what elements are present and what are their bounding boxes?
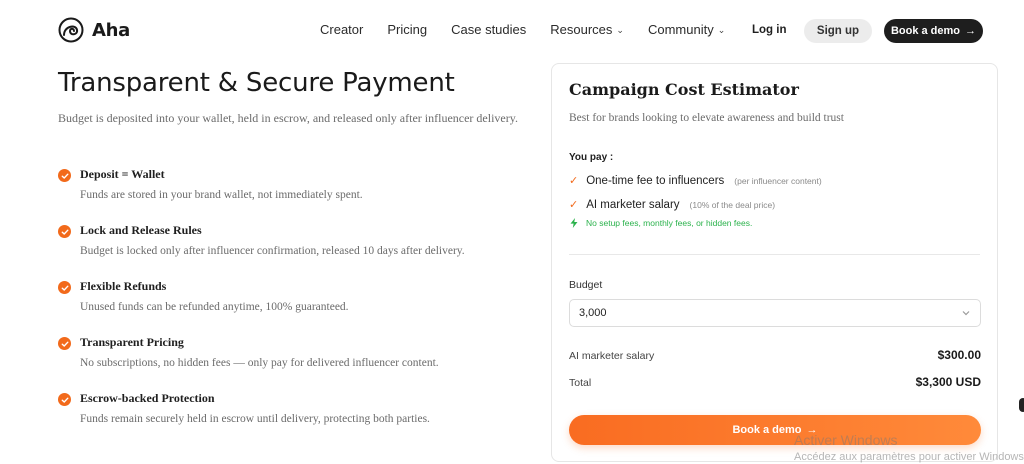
windows-watermark-text: Accédez aux paramètres pour activer Wind… bbox=[794, 451, 1024, 463]
signup-button[interactable]: Sign up bbox=[804, 19, 872, 43]
feature-item: Flexible Refunds Unused funds can be ref… bbox=[58, 279, 538, 335]
feature-desc: Budget is locked only after influencer c… bbox=[80, 245, 465, 257]
feature-title: Transparent Pricing bbox=[80, 335, 184, 349]
salary-row: AI marketer salary $300.00 bbox=[569, 348, 981, 362]
salary-label: AI marketer salary bbox=[569, 350, 655, 362]
nav-item-resources[interactable]: Resources ⌄ bbox=[550, 22, 624, 37]
main-menu: Creator Pricing Case studies Resources ⌄ … bbox=[320, 22, 749, 37]
page-subtitle: Budget is deposited into your wallet, he… bbox=[58, 111, 518, 125]
brand-name: Aha bbox=[92, 19, 130, 41]
login-link[interactable]: Log in bbox=[752, 24, 787, 36]
estimator-title: Campaign Cost Estimator bbox=[569, 80, 799, 99]
chevron-down-icon: ⌄ bbox=[717, 24, 726, 35]
feature-desc: Unused funds can be refunded anytime, 10… bbox=[80, 301, 349, 313]
pay-item: ✓ AI marketer salary (10% of the deal pr… bbox=[569, 198, 775, 211]
pay-item-label: AI marketer salary bbox=[586, 199, 680, 211]
chevron-down-icon bbox=[962, 311, 970, 316]
feature-desc: Funds are stored in your brand wallet, n… bbox=[80, 189, 363, 201]
check-circle-icon bbox=[58, 281, 71, 294]
you-pay-label: You pay : bbox=[569, 152, 614, 163]
brand-logo[interactable]: Aha bbox=[58, 17, 130, 43]
feature-title: Lock and Release Rules bbox=[80, 223, 202, 237]
pay-item-note: (per influencer content) bbox=[734, 176, 822, 186]
scroll-handle[interactable] bbox=[1019, 398, 1024, 412]
pay-item: ✓ One-time fee to influencers (per influ… bbox=[569, 174, 822, 187]
feature-item: Escrow-backed Protection Funds remain se… bbox=[58, 391, 538, 447]
cost-estimator-card: Campaign Cost Estimator Best for brands … bbox=[551, 63, 998, 462]
no-fees-note: No setup fees, monthly fees, or hidden f… bbox=[570, 218, 752, 228]
nav-label: Case studies bbox=[451, 22, 527, 37]
nav-item-case-studies[interactable]: Case studies bbox=[451, 22, 526, 37]
chevron-down-icon: ⌄ bbox=[616, 24, 624, 35]
total-value: $3,300 USD bbox=[915, 375, 981, 389]
budget-value: 3,000 bbox=[579, 307, 607, 319]
check-circle-icon bbox=[58, 337, 71, 350]
top-nav: Aha Creator Pricing Case studies Resourc… bbox=[0, 0, 1024, 62]
check-icon: ✓ bbox=[569, 199, 579, 211]
pay-item-note: (10% of the deal price) bbox=[689, 200, 776, 210]
feature-title: Escrow-backed Protection bbox=[80, 391, 215, 405]
check-icon: ✓ bbox=[569, 175, 579, 187]
total-label: Total bbox=[569, 377, 592, 389]
nav-label: Creator bbox=[320, 22, 364, 37]
book-demo-cta-button[interactable]: Book a demo → bbox=[569, 415, 981, 445]
arrow-right-icon: → bbox=[965, 25, 977, 37]
nav-item-pricing[interactable]: Pricing bbox=[387, 22, 427, 37]
no-fees-text: No setup fees, monthly fees, or hidden f… bbox=[586, 218, 753, 228]
estimator-subtitle: Best for brands looking to elevate aware… bbox=[569, 112, 844, 124]
aha-logo-icon bbox=[58, 17, 84, 43]
feature-title: Flexible Refunds bbox=[80, 279, 167, 293]
nav-item-creator[interactable]: Creator bbox=[320, 22, 363, 37]
book-demo-label: Book a demo bbox=[890, 25, 961, 37]
nav-label: Resources bbox=[550, 22, 613, 37]
nav-label: Pricing bbox=[387, 22, 428, 37]
total-row: Total $3,300 USD bbox=[569, 375, 981, 389]
feature-list: Deposit = Wallet Funds are stored in you… bbox=[58, 167, 538, 447]
hero-section: Transparent & Secure Payment Budget is d… bbox=[58, 68, 538, 126]
feature-item: Lock and Release Rules Budget is locked … bbox=[58, 223, 538, 279]
nav-label: Community bbox=[647, 22, 714, 37]
salary-value: $300.00 bbox=[937, 348, 981, 362]
feature-item: Transparent Pricing No subscriptions, no… bbox=[58, 335, 538, 391]
check-circle-icon bbox=[58, 225, 71, 238]
pay-item-label: One-time fee to influencers bbox=[586, 175, 725, 187]
cta-label: Book a demo bbox=[732, 424, 802, 436]
divider bbox=[569, 254, 980, 255]
nav-item-community[interactable]: Community ⌄ bbox=[648, 22, 725, 37]
budget-select[interactable]: 3,000 bbox=[569, 299, 981, 327]
feature-desc: No subscriptions, no hidden fees — only … bbox=[80, 357, 439, 369]
feature-title: Deposit = Wallet bbox=[80, 167, 165, 181]
check-circle-icon bbox=[58, 393, 71, 406]
check-circle-icon bbox=[58, 169, 71, 182]
windows-watermark-title: Activer Windows bbox=[794, 432, 898, 448]
signup-label: Sign up bbox=[816, 25, 860, 37]
feature-item: Deposit = Wallet Funds are stored in you… bbox=[58, 167, 538, 223]
book-demo-button[interactable]: Book a demo → bbox=[884, 19, 983, 43]
feature-desc: Funds remain securely held in escrow unt… bbox=[80, 413, 430, 425]
lightning-icon bbox=[570, 218, 578, 228]
budget-label: Budget bbox=[569, 279, 603, 291]
page-title: Transparent & Secure Payment bbox=[58, 68, 455, 98]
